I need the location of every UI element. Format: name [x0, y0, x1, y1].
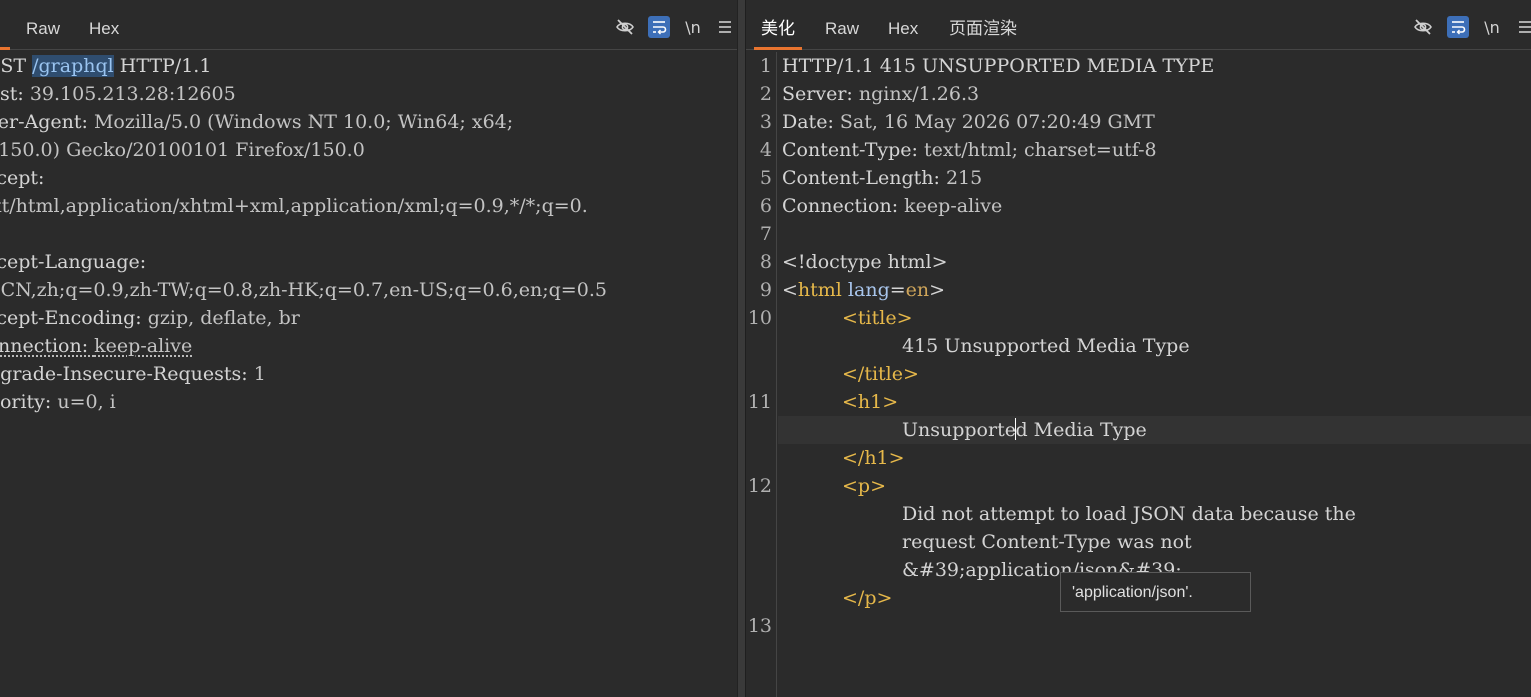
- p-text-line-1: Did not attempt to load JSON data becaus…: [902, 503, 1356, 525]
- hamburger-menu-icon[interactable]: [1514, 16, 1531, 38]
- request-tabbar: Raw Hex \n: [0, 0, 737, 50]
- header-priority: Priority: u=0, i: [0, 391, 116, 413]
- header-accept-value: text/html,application/xhtml+xml,applicat…: [0, 195, 588, 217]
- header-date: Date: Sat, 16 May 2026 07:20:49 GMT: [782, 111, 1155, 133]
- request-editor[interactable]: POST /graphql HTTP/1.1 Host: 39.105.213.2…: [0, 52, 607, 416]
- title-text: 415 Unsupported Media Type: [902, 335, 1190, 357]
- header-host: Host: 39.105.213.28:12605: [0, 83, 236, 105]
- line-number: 13: [747, 615, 772, 637]
- selected-path: /graphql: [32, 55, 114, 77]
- entity-decode-tooltip: 'application/json'.: [1060, 572, 1251, 612]
- request-line: POST /graphql HTTP/1.1: [0, 55, 212, 77]
- tab-render[interactable]: 页面渲染: [949, 18, 1017, 40]
- response-tabbar: 美化 Raw Hex 页面渲染 \n: [746, 0, 1531, 50]
- pane-splitter[interactable]: [737, 0, 746, 697]
- active-tab-indicator: [754, 47, 802, 50]
- header-connection: Connection: keep-alive: [782, 195, 1003, 217]
- word-wrap-icon[interactable]: [1447, 16, 1469, 38]
- tab-pretty[interactable]: 美化: [761, 18, 795, 40]
- title-close-tag: </title>: [842, 363, 919, 385]
- active-tab-indicator: [0, 47, 10, 50]
- header-content-type: Content-Type: text/html; charset=utf-8: [782, 139, 1157, 161]
- line-number: 12: [747, 475, 772, 497]
- p-open-tag: <p>: [842, 475, 887, 497]
- html-doctype: <!doctype html>: [782, 251, 948, 273]
- line-number: 9: [759, 279, 772, 301]
- line-number: 7: [759, 223, 772, 245]
- header-accept: Accept:: [0, 167, 45, 189]
- tab-hex[interactable]: Hex: [89, 18, 119, 40]
- tab-raw[interactable]: Raw: [825, 18, 859, 40]
- header-user-agent-cont: rv:150.0) Gecko/20100101 Firefox/150.0: [0, 139, 365, 161]
- header-upgrade-insecure: Upgrade-Insecure-Requests: 1: [0, 363, 266, 385]
- hamburger-menu-icon[interactable]: [714, 16, 736, 38]
- line-number: 4: [759, 139, 772, 161]
- tab-hex[interactable]: Hex: [888, 18, 918, 40]
- h1-text: Unsupported Media Type: [902, 418, 1147, 441]
- h1-open-tag: <h1>: [842, 391, 899, 413]
- title-open-tag: <title>: [842, 307, 913, 329]
- line-number: 10: [747, 307, 772, 329]
- line-number: 8: [759, 251, 772, 273]
- p-text-line-2: request Content-Type was not: [902, 531, 1192, 553]
- tab-raw[interactable]: Raw: [26, 18, 60, 40]
- header-accept-language-value: zh-CN,zh;q=0.9,zh-TW;q=0.8,zh-HK;q=0.7,e…: [0, 279, 607, 301]
- header-accept-encoding: Accept-Encoding: gzip, deflate, br: [0, 307, 300, 329]
- header-user-agent: User-Agent: Mozilla/5.0 (Windows NT 10.0…: [0, 111, 514, 133]
- p-close-tag: </p>: [842, 587, 893, 609]
- show-newlines-button[interactable]: \n: [1481, 16, 1503, 38]
- word-wrap-icon[interactable]: [648, 16, 670, 38]
- response-status-line: HTTP/1.1 415 UNSUPPORTED MEDIA TYPE: [782, 55, 1215, 77]
- header-server: Server: nginx/1.26.3: [782, 83, 980, 105]
- html-open-tag: <html lang=en>: [782, 279, 946, 301]
- eye-slash-icon[interactable]: [614, 16, 636, 38]
- request-pane: Raw Hex \n POST /graphq: [0, 0, 737, 697]
- line-number: 6: [759, 195, 772, 217]
- line-number: 2: [759, 83, 772, 105]
- line-number: 5: [759, 167, 772, 189]
- header-accept-language: Accept-Language:: [0, 251, 147, 273]
- line-number: 11: [747, 391, 772, 413]
- eye-slash-icon[interactable]: [1412, 16, 1434, 38]
- h1-close-tag: </h1>: [842, 447, 905, 469]
- line-number: 1: [759, 55, 772, 77]
- header-content-length: Content-Length: 215: [782, 167, 983, 189]
- line-number: 3: [759, 111, 772, 133]
- show-newlines-button[interactable]: \n: [682, 16, 704, 38]
- header-connection: Connection: keep-alive: [0, 335, 193, 357]
